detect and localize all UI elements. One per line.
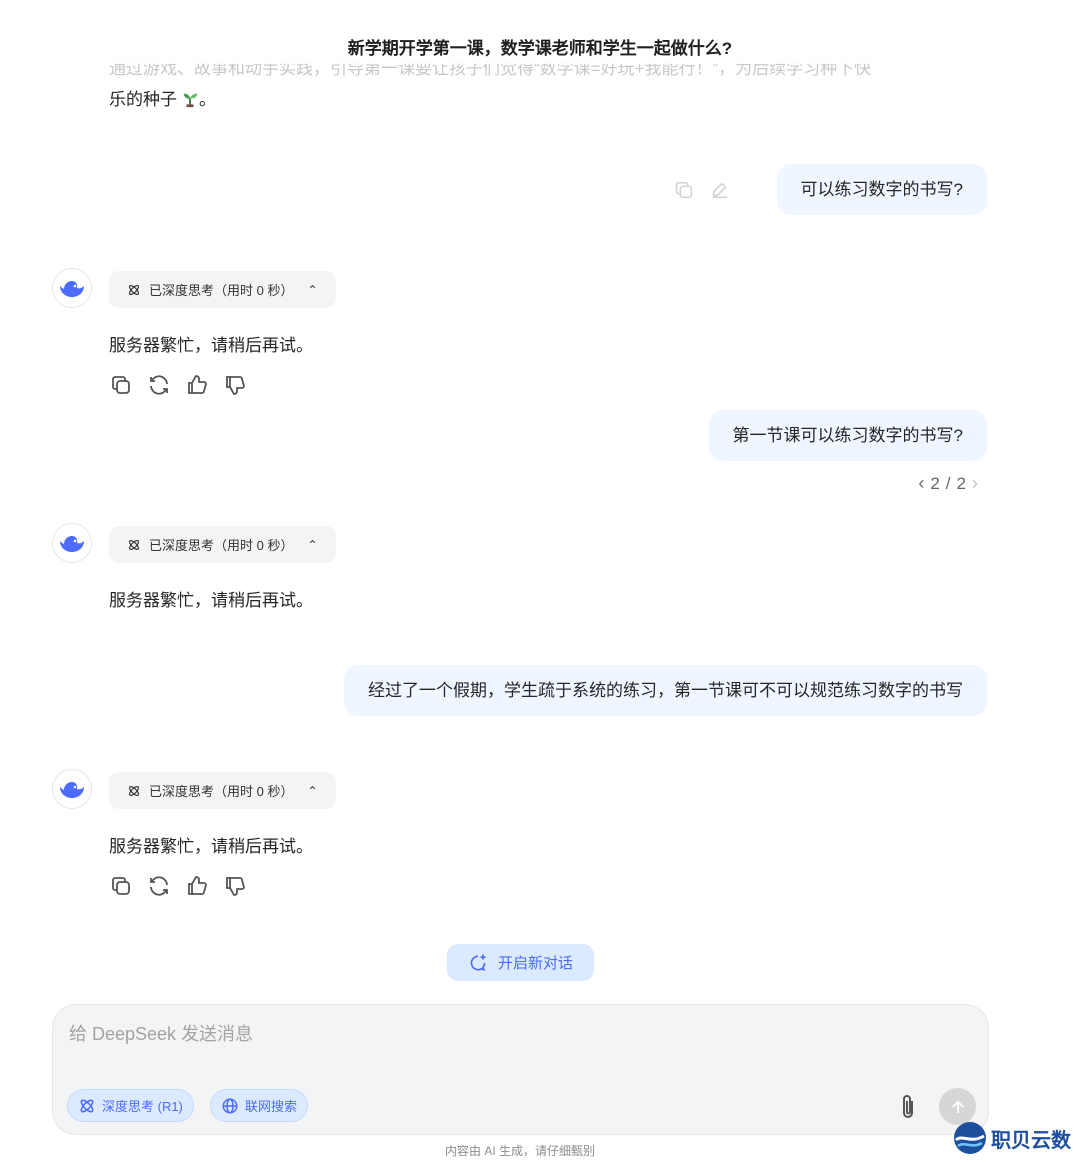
edit-icon[interactable]	[709, 179, 731, 201]
thumbs-down-icon[interactable]	[223, 373, 247, 397]
conversation-title: 新学期开学第一课，数学课老师和学生一起做什么?	[347, 39, 733, 58]
chevron-up-icon: ⌃	[307, 282, 318, 297]
arrow-up-icon	[951, 1099, 964, 1113]
conversation-header: 新学期开学第一课，数学课老师和学生一起做什么?	[0, 0, 1080, 64]
atom-icon	[128, 539, 140, 550]
paperclip-icon[interactable]	[897, 1093, 919, 1121]
deepseek-avatar	[52, 268, 92, 308]
deep-think-label: 已深度思考（用时 0 秒）	[149, 283, 294, 298]
web-search-label: 联网搜索	[245, 1099, 298, 1114]
copy-icon[interactable]	[109, 373, 133, 397]
thumbs-down-icon[interactable]	[223, 874, 247, 898]
watermark-text: 职贝云数	[991, 1129, 1071, 1152]
user-message-1: 可以练习数字的书写?	[776, 164, 987, 215]
ai-reply-3: 服务器繁忙，请稍后再试。	[109, 837, 313, 856]
previous-reply-tail-text: 乐的种子	[109, 90, 177, 109]
web-search-button[interactable]: 联网搜索	[210, 1089, 309, 1122]
deep-think-label: 已深度思考（用时 0 秒）	[149, 784, 294, 799]
deep-think-r1-label: 深度思考 (R1)	[102, 1099, 183, 1114]
pager-total: 2	[956, 473, 966, 493]
copy-icon[interactable]	[109, 874, 133, 898]
deep-think-toggle[interactable]: 已深度思考（用时 0 秒） ⌃	[109, 271, 336, 308]
ai-reply-1-actions	[109, 373, 247, 397]
deepseek-whale-icon	[60, 536, 84, 552]
watermark-logo-icon	[954, 1122, 986, 1154]
chevron-up-icon: ⌃	[307, 783, 318, 798]
deep-think-toggle[interactable]: 已深度思考（用时 0 秒） ⌃	[109, 526, 336, 563]
ai-reply-3-actions	[109, 874, 247, 898]
ai-disclaimer: 内容由 AI 生成，请仔细甄别	[444, 1144, 595, 1158]
user-message-2: 第一节课可以练习数字的书写?	[708, 410, 987, 461]
copy-icon[interactable]	[673, 179, 695, 201]
deep-think-label: 已深度思考（用时 0 秒）	[149, 538, 294, 553]
new-chat-label: 开启新对话	[497, 955, 573, 972]
new-chat-icon	[470, 954, 486, 971]
atom-icon	[128, 785, 140, 796]
message-version-pager: ‹ 2 / 2 ›	[918, 473, 978, 494]
thumbs-up-icon[interactable]	[185, 874, 209, 898]
globe-icon	[222, 1098, 238, 1113]
ai-reply-1: 服务器繁忙，请稍后再试。	[109, 336, 313, 355]
sprout-emoji-icon	[183, 93, 198, 108]
atom-icon	[128, 284, 140, 295]
ai-reply-2: 服务器繁忙，请稍后再试。	[109, 591, 313, 610]
message-input[interactable]	[69, 1019, 869, 1049]
pager-separator: /	[945, 473, 951, 493]
atom-icon	[80, 1099, 94, 1112]
deepseek-avatar	[52, 523, 92, 563]
deepseek-whale-icon	[60, 782, 84, 798]
refresh-icon[interactable]	[147, 373, 171, 397]
pager-current: 2	[930, 473, 940, 493]
next-version-button[interactable]: ›	[972, 473, 978, 494]
previous-reply-tail: 乐的种子 。	[109, 85, 216, 110]
thumbs-up-icon[interactable]	[185, 373, 209, 397]
chevron-up-icon: ⌃	[307, 537, 318, 552]
previous-reply-period: 。	[199, 90, 216, 109]
new-chat-button[interactable]: 开启新对话	[447, 944, 594, 981]
refresh-icon[interactable]	[147, 874, 171, 898]
user-message-1-tools	[673, 179, 731, 201]
watermark: 职贝云数	[952, 1120, 1071, 1156]
deepseek-avatar	[52, 769, 92, 809]
previous-version-button[interactable]: ‹	[918, 473, 924, 494]
deepseek-whale-icon	[60, 281, 84, 297]
deep-think-toggle[interactable]: 已深度思考（用时 0 秒） ⌃	[109, 772, 336, 809]
deep-think-r1-button[interactable]: 深度思考 (R1)	[67, 1089, 194, 1122]
user-message-3: 经过了一个假期，学生疏于系统的练习，第一节课可不可以规范练习数字的书写	[344, 665, 987, 716]
message-composer: 深度思考 (R1) 联网搜索	[52, 1004, 989, 1135]
